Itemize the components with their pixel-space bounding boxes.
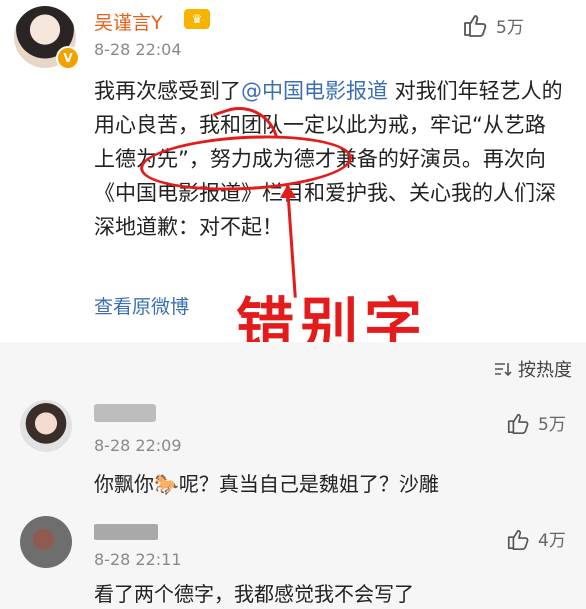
comment-avatar[interactable] — [20, 400, 72, 452]
post-text-intro: 我再次感受到了 — [94, 79, 241, 103]
sort-label: 按热度 — [518, 360, 572, 381]
comment-avatar[interactable] — [20, 516, 72, 568]
mention-link[interactable]: @中国电影报道 — [241, 79, 388, 103]
post-like-button[interactable]: 5万 — [462, 12, 524, 38]
comment-like-button[interactable]: 4万 — [506, 526, 566, 551]
thumbs-up-icon — [464, 15, 487, 37]
weibo-post: V 吴谨言Y ♛ 8-28 22:04 5万 我再次感受到了@中国电影报道 对我… — [0, 0, 586, 359]
comment-text: 看了两个德字，我都感觉我不会写了 — [94, 582, 414, 606]
comment-time: 8-28 22:11 — [94, 550, 182, 569]
annotation-arrow-head — [280, 184, 296, 198]
thumbs-up-icon — [507, 413, 529, 434]
comment-text: 你飘你🐎呢？真当自己是魏姐了？沙雕 — [94, 468, 439, 497]
verified-badge-icon: V — [56, 46, 80, 70]
post-time: 8-28 22:04 — [94, 40, 182, 59]
comment-text-part: 呢？真当自己是魏姐了？沙雕 — [178, 472, 439, 496]
comment-time: 8-28 22:09 — [94, 436, 182, 455]
comment-like-count: 5万 — [538, 415, 566, 435]
comment-like-button[interactable]: 5万 — [506, 410, 566, 435]
horse-emoji: 🐎 — [154, 472, 179, 496]
comments-section: 按热度 8-28 22:09 5万 你飘你🐎呢？真当自己是魏姐了？沙雕 8-28… — [0, 342, 586, 609]
post-like-count: 5万 — [496, 17, 524, 38]
comment-like-count: 4万 — [538, 531, 566, 551]
author-name[interactable]: 吴谨言Y — [94, 8, 163, 35]
comment-text-part: 你飘你 — [94, 472, 154, 496]
comment-username-blurred[interactable] — [94, 524, 158, 540]
sort-icon — [495, 363, 512, 377]
sort-button[interactable]: 按热度 — [492, 356, 572, 382]
thumbs-up-icon — [507, 529, 529, 550]
member-crown-icon: ♛ — [184, 9, 210, 29]
view-original-link[interactable]: 查看原微博 — [94, 292, 189, 319]
comment-username-blurred[interactable] — [94, 404, 156, 422]
